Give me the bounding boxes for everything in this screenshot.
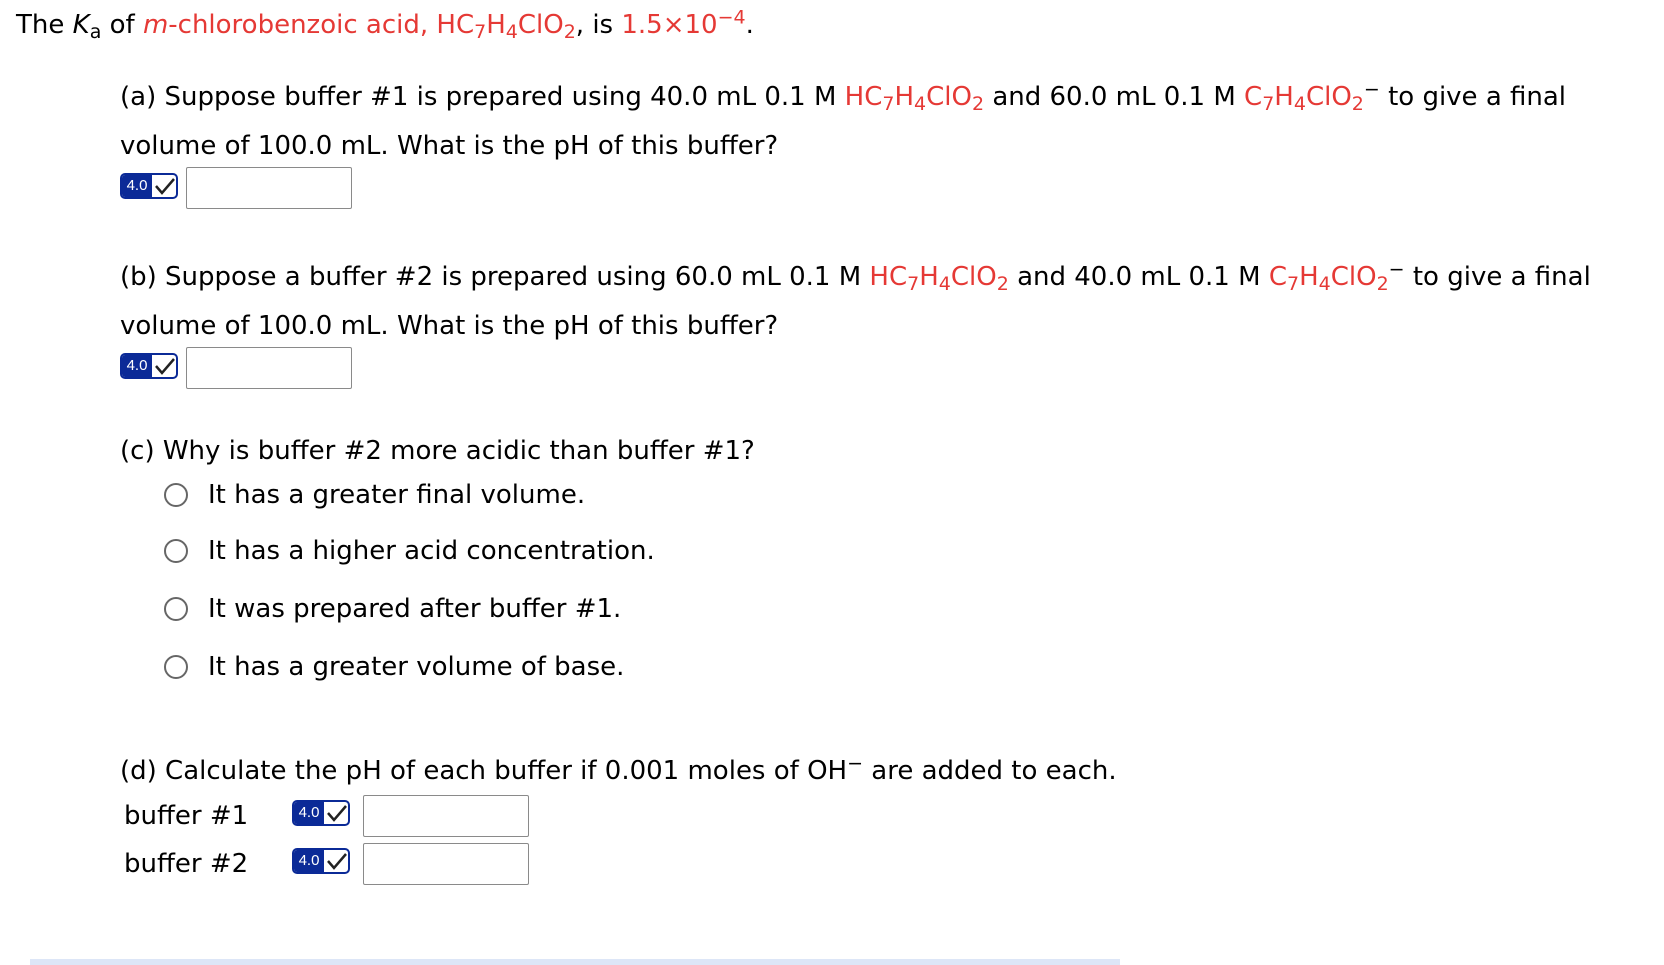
check-icon [327, 853, 347, 870]
question-d: (d) Calculate the pH of each buffer if 0… [120, 752, 1117, 786]
base-formula: C7H4ClO2 [1244, 82, 1364, 115]
radio-button[interactable] [164, 655, 188, 679]
radio-button[interactable] [164, 539, 188, 563]
acid-formula: HC7H4ClO2 [869, 262, 1009, 295]
radio-button[interactable] [164, 483, 188, 507]
acid-name: m-chlorobenzoic acid, [142, 10, 429, 40]
check-icon [155, 178, 175, 195]
buffer1-label: buffer #1 [124, 801, 249, 831]
ka-subscript: a [89, 21, 102, 43]
option-higher-acid-concentration[interactable]: It has a higher acid concentration. [164, 531, 655, 571]
question-a: (a) Suppose buffer #1 is prepared using … [120, 78, 1567, 161]
question-b: (b) Suppose a buffer #2 is prepared usin… [120, 258, 1591, 341]
option-greater-volume-base[interactable]: It has a greater volume of base. [164, 647, 624, 687]
acid-formula: HC7H4ClO2 [436, 10, 576, 43]
version-badge-d2: 4.0 [292, 848, 350, 874]
radio-button[interactable] [164, 597, 188, 621]
answer-a-input[interactable] [186, 167, 352, 209]
intro-is: , is [575, 10, 614, 40]
version-badge-a: 4.0 [120, 173, 178, 199]
ka-value: 1.5×10−4 [621, 6, 746, 40]
intro-text: The [16, 10, 65, 40]
check-icon [327, 805, 347, 822]
base-formula: C7H4ClO2 [1268, 262, 1389, 295]
ka-symbol: K [72, 10, 90, 40]
version-badge-d1: 4.0 [292, 800, 350, 826]
buffer2-answer-input[interactable] [363, 843, 529, 885]
acid-formula: HC7H4ClO2 [844, 82, 985, 115]
buffer1-answer-input[interactable] [363, 795, 529, 837]
buffer2-label: buffer #2 [124, 849, 249, 879]
check-icon [155, 358, 175, 375]
problem-intro: The Ka of m-chlorobenzoic acid, HC7H4ClO… [16, 6, 754, 43]
version-badge-b: 4.0 [120, 353, 178, 379]
question-c: (c) Why is buffer #2 more acidic than bu… [120, 436, 755, 466]
intro-of: of [109, 10, 135, 40]
option-greater-final-volume[interactable]: It has a greater final volume. [164, 475, 585, 515]
answer-b-input[interactable] [186, 347, 352, 389]
option-prepared-after[interactable]: It was prepared after buffer #1. [164, 589, 621, 629]
